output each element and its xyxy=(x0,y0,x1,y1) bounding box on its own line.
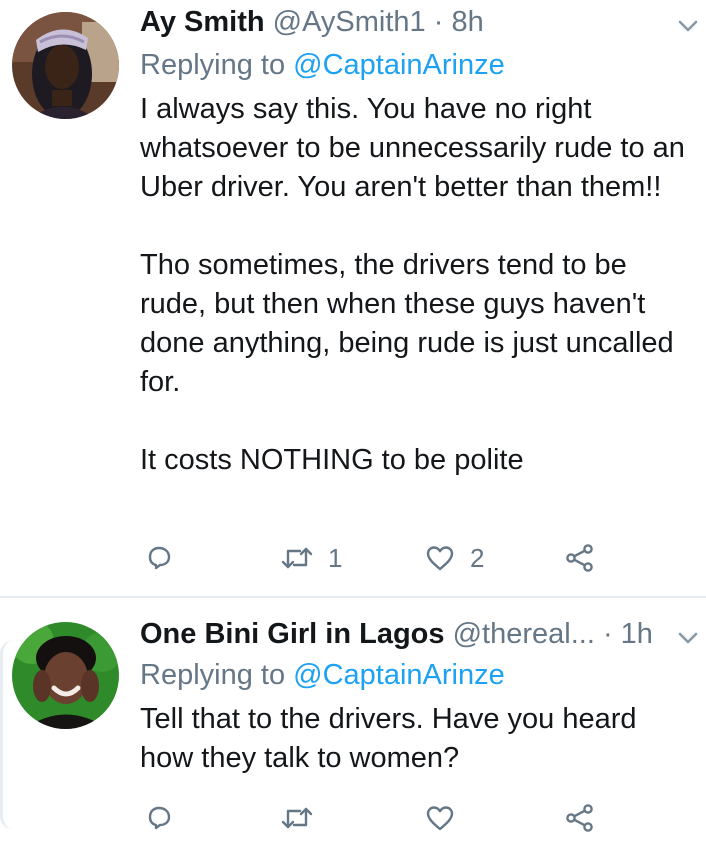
replying-to: Replying to @CaptainArinze xyxy=(140,656,505,694)
tweet-actions: 1 2 xyxy=(140,538,620,578)
retweet-icon xyxy=(280,803,314,833)
author-handle[interactable]: @thereal... xyxy=(453,618,595,650)
like-button[interactable]: 2 xyxy=(424,538,484,578)
replying-label: Replying to xyxy=(140,659,286,691)
tweet-header: Ay Smith @AySmith1 · 8h xyxy=(140,2,686,42)
reply-button[interactable] xyxy=(144,538,174,578)
retweet-icon xyxy=(280,543,314,573)
avatar[interactable] xyxy=(12,622,119,729)
tweet-paragraph: I always say this. You have no right wha… xyxy=(140,93,685,203)
author-handle[interactable]: @AySmith1 xyxy=(273,6,426,38)
chevron-down-icon[interactable] xyxy=(676,626,700,650)
share-icon xyxy=(564,542,596,574)
tweet[interactable]: Ay Smith @AySmith1 · 8h Replying to @Cap… xyxy=(0,0,706,596)
mention-link[interactable]: @CaptainArinze xyxy=(293,49,505,81)
like-count: 2 xyxy=(470,542,485,573)
reply-icon xyxy=(144,803,174,833)
avatar-photo xyxy=(12,12,119,119)
avatar-photo xyxy=(12,622,119,729)
share-button[interactable] xyxy=(564,798,596,838)
tweet[interactable]: One Bini Girl in Lagos @thereal... · 1h … xyxy=(0,598,706,844)
heart-icon xyxy=(424,803,456,833)
tweet-paragraph: It costs NOTHING to be polite xyxy=(140,444,524,476)
share-button[interactable] xyxy=(564,538,596,578)
tweet-text: I always say this. You have no right wha… xyxy=(140,90,685,480)
tweet-actions xyxy=(140,798,620,838)
tweet-text: Tell that to the drivers. Have you heard… xyxy=(140,700,685,778)
avatar[interactable] xyxy=(12,12,119,119)
share-icon xyxy=(564,802,596,834)
mention-link[interactable]: @CaptainArinze xyxy=(293,659,505,691)
timestamp[interactable]: 1h xyxy=(621,618,653,650)
replying-label: Replying to xyxy=(140,49,286,81)
retweet-count: 1 xyxy=(328,542,343,573)
separator-dot: · xyxy=(433,6,444,38)
author-name[interactable]: One Bini Girl in Lagos xyxy=(140,618,445,650)
author-name[interactable]: Ay Smith xyxy=(140,6,265,38)
chevron-down-icon[interactable] xyxy=(676,14,700,38)
replying-to: Replying to @CaptainArinze xyxy=(140,46,505,84)
scroll-edge xyxy=(0,640,17,830)
retweet-button[interactable] xyxy=(280,798,328,838)
tweet-paragraph: Tho sometimes, the drivers tend to be ru… xyxy=(140,249,674,398)
separator-dot: · xyxy=(602,618,613,650)
reply-button[interactable] xyxy=(144,798,174,838)
reply-icon xyxy=(144,543,174,573)
like-button[interactable] xyxy=(424,798,470,838)
timestamp[interactable]: 8h xyxy=(451,6,483,38)
tweet-paragraph: Tell that to the drivers. Have you heard… xyxy=(140,703,637,774)
heart-icon xyxy=(424,543,456,573)
retweet-button[interactable]: 1 xyxy=(280,538,342,578)
tweet-header: One Bini Girl in Lagos @thereal... · 1h xyxy=(140,614,686,654)
